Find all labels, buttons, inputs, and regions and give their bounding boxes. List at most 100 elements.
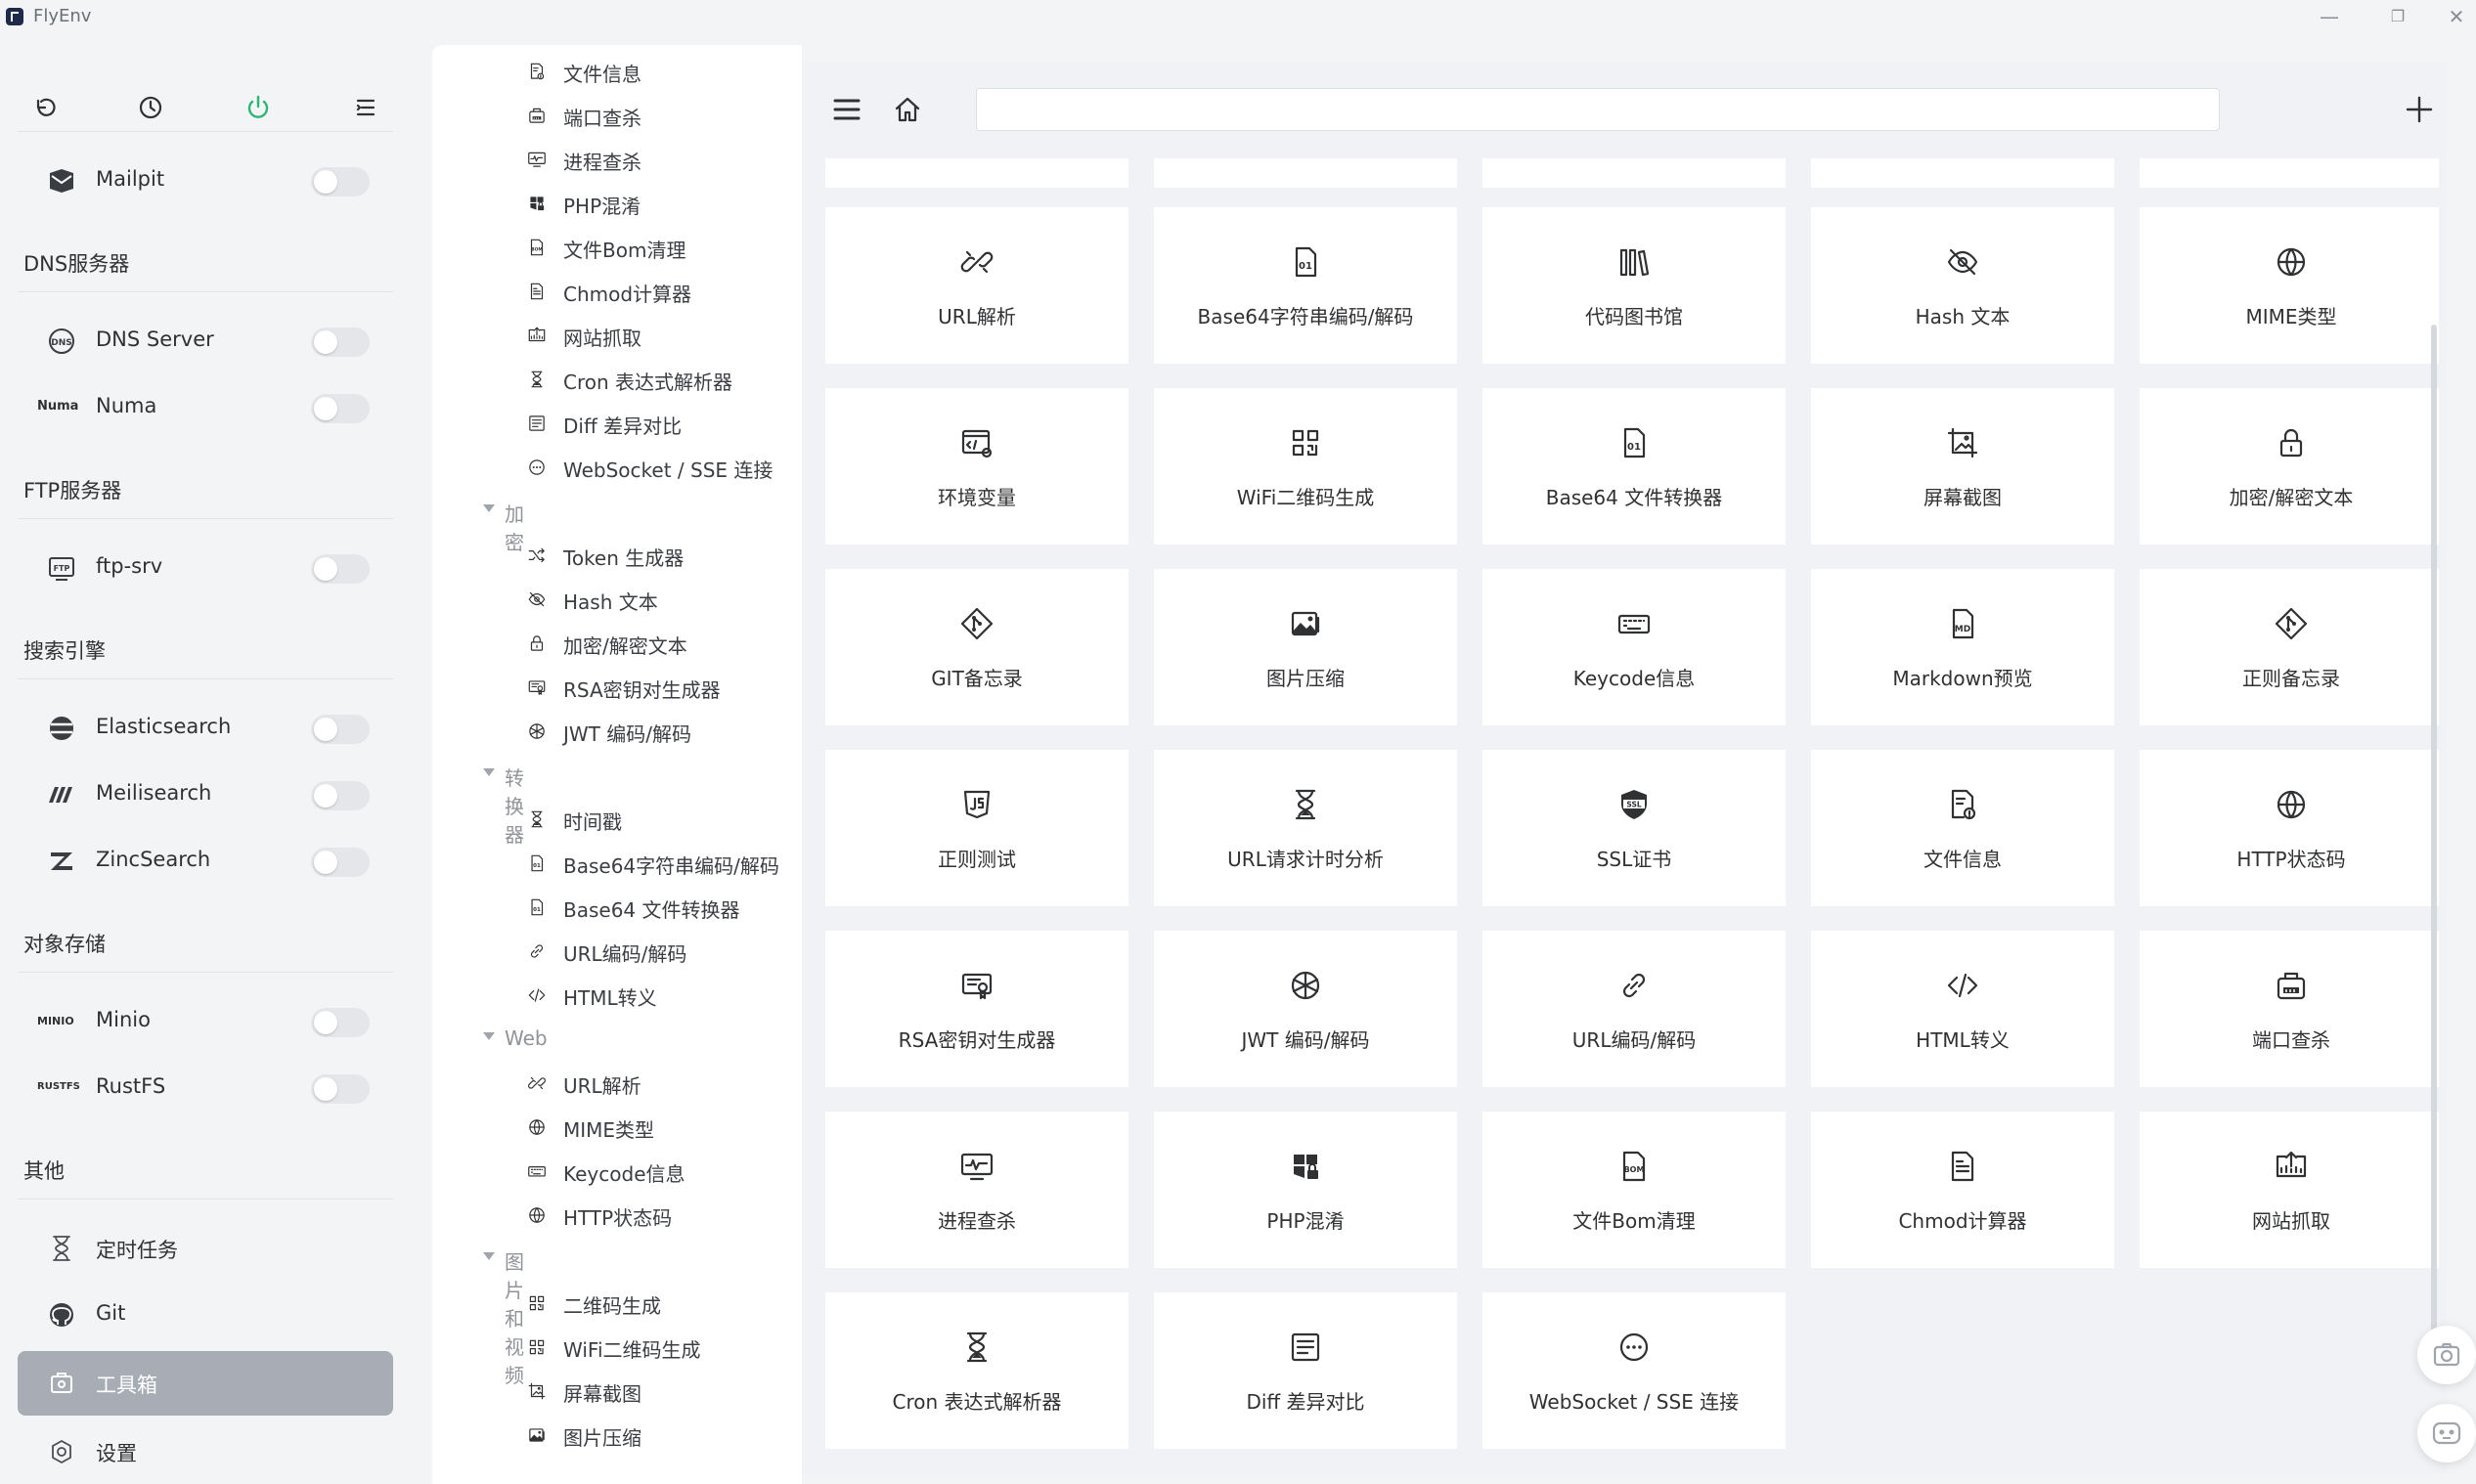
service-toggle[interactable]	[311, 1074, 370, 1104]
search-input[interactable]	[976, 88, 2220, 131]
tool-card[interactable]: MIME类型	[2140, 207, 2439, 364]
process-icon	[526, 149, 548, 170]
svg-text:DNS: DNS	[51, 338, 72, 348]
sidebar-toolbar	[0, 88, 430, 127]
tool-card[interactable]: BOM 文件Bom清理	[1482, 1112, 1786, 1268]
tree-item-label: 端口查杀	[563, 107, 641, 130]
github-icon	[45, 1298, 78, 1331]
tool-card-label: 加密/解密文本	[2229, 486, 2354, 509]
tool-card[interactable]: 文件信息	[1811, 750, 2114, 906]
tool-card[interactable]: 代码图书馆	[1482, 207, 1786, 364]
tool-card[interactable]: WiFi二维码生成	[1154, 388, 1457, 545]
tool-card[interactable]	[2140, 158, 2439, 188]
close-button[interactable]: ✕	[2437, 2, 2476, 31]
file-info-icon	[1943, 785, 1982, 824]
sidebar-item-numa[interactable]: Numa Numa	[18, 377, 393, 438]
tool-card[interactable]: 正则备忘录	[2140, 569, 2439, 725]
dns-icon: DNS	[45, 325, 78, 358]
tool-card[interactable]: 01 Base64 文件转换器	[1482, 388, 1786, 545]
sidebar-item-dns-server[interactable]: DNS DNS Server	[18, 311, 393, 371]
tool-card-label: Base64字符串编码/解码	[1197, 305, 1414, 328]
tool-card-label: HTTP状态码	[2236, 848, 2346, 871]
tool-card[interactable]: HTTP状态码	[2140, 750, 2439, 906]
file-info-icon	[526, 61, 548, 82]
sidebar-item-mailpit[interactable]: Mailpit	[18, 151, 393, 211]
tool-card[interactable]: 正则测试	[825, 750, 1128, 906]
tool-card[interactable]: GIT备忘录	[825, 569, 1128, 725]
tool-card[interactable]: PHP混淆	[1154, 1112, 1457, 1268]
globe-icon	[2272, 785, 2311, 824]
tool-card[interactable]: Chmod计算器	[1811, 1112, 2114, 1268]
tool-card[interactable]: RSA密钥对生成器	[825, 931, 1128, 1087]
service-toggle[interactable]	[311, 327, 370, 357]
tool-card[interactable]: Hash 文本	[1811, 207, 2114, 364]
tool-card[interactable]: HTML转义	[1811, 931, 2114, 1087]
home-icon[interactable]	[888, 90, 927, 129]
scrollbar-thumb[interactable]	[2431, 325, 2437, 1331]
service-toggle[interactable]	[311, 394, 370, 423]
restore-button[interactable]: ❐	[2378, 2, 2417, 31]
menu-toggle-icon[interactable]	[827, 90, 866, 129]
service-toggle[interactable]	[311, 781, 370, 810]
power-icon[interactable]	[239, 88, 278, 127]
service-toggle[interactable]	[311, 1008, 370, 1037]
tool-card[interactable]: 网站抓取	[2140, 1112, 2439, 1268]
code-icon	[1943, 966, 1982, 1005]
sidebar-item-label: Numa	[96, 394, 157, 417]
back-icon[interactable]	[25, 88, 65, 127]
sidebar-item-elasticsearch[interactable]: Elasticsearch	[18, 698, 393, 759]
tool-card[interactable]: 端口查杀	[2140, 931, 2439, 1087]
sidebar-item-git[interactable]: Git	[18, 1285, 393, 1345]
tool-card[interactable]: URL请求计时分析	[1154, 750, 1457, 906]
sidebar-item-toolbox[interactable]: 工具箱	[18, 1351, 393, 1416]
sidebar-item-settings[interactable]: 设置	[18, 1421, 393, 1482]
tool-card[interactable]: WebSocket / SSE 连接	[1482, 1292, 1786, 1449]
menu-list-icon[interactable]	[346, 88, 385, 127]
tree-item-label: 图片压缩	[563, 1426, 641, 1450]
service-toggle[interactable]	[311, 848, 370, 877]
sidebar-item-ftp-srv[interactable]: FTP ftp-srv	[18, 538, 393, 598]
tool-card[interactable]: 加密/解密文本	[2140, 388, 2439, 545]
sidebar-item-rustfs[interactable]: RUSTFS RustFS	[18, 1058, 393, 1118]
tool-card[interactable]: JWT 编码/解码	[1154, 931, 1457, 1087]
tool-card[interactable]: SSL SSL证书	[1482, 750, 1786, 906]
zincsearch-icon	[45, 845, 78, 878]
minimize-button[interactable]: —	[2310, 2, 2349, 31]
tool-card[interactable]: URL解析	[825, 207, 1128, 364]
service-toggle[interactable]	[311, 715, 370, 744]
tool-card[interactable]: 环境变量	[825, 388, 1128, 545]
tool-card[interactable]	[1154, 158, 1457, 188]
tool-card[interactable]: 屏幕截图	[1811, 388, 2114, 545]
tool-card[interactable]: URL编码/解码	[1482, 931, 1786, 1087]
sidebar-item-label: Meilisearch	[96, 781, 212, 805]
divider	[18, 518, 393, 519]
add-icon[interactable]	[2400, 90, 2439, 129]
assistant-robot-button[interactable]	[2417, 1404, 2476, 1462]
tool-card-label: 文件信息	[1923, 848, 2002, 871]
history-icon[interactable]	[131, 88, 170, 127]
tool-card[interactable]: 01 Base64字符串编码/解码	[1154, 207, 1457, 364]
tool-card-label: 屏幕截图	[1923, 486, 2002, 509]
sidebar-item-cron[interactable]: 定时任务	[18, 1218, 393, 1279]
svg-text:MD: MD	[1955, 625, 1970, 634]
base64-icon: 01	[1286, 242, 1325, 282]
tool-card[interactable]	[825, 158, 1128, 188]
tool-card[interactable]	[1482, 158, 1786, 188]
tool-card[interactable]: 进程查杀	[825, 1112, 1128, 1268]
base64-icon: 01	[1614, 423, 1654, 462]
tool-card[interactable]: MD Markdown预览	[1811, 569, 2114, 725]
tool-card[interactable]	[1811, 158, 2114, 188]
svg-text:FTP: FTP	[54, 564, 70, 573]
tool-card[interactable]: Cron 表达式解析器	[825, 1292, 1128, 1449]
service-toggle[interactable]	[311, 554, 370, 584]
sidebar-item-zincsearch[interactable]: ZincSearch	[18, 831, 393, 892]
sidebar-item-label: RustFS	[96, 1074, 166, 1098]
tree-item-label: 网站抓取	[563, 327, 641, 350]
screenshot-float-button[interactable]	[2417, 1326, 2476, 1384]
tool-card[interactable]: 图片压缩	[1154, 569, 1457, 725]
sidebar-item-minio[interactable]: MINIO Minio	[18, 991, 393, 1052]
tool-card[interactable]: Keycode信息	[1482, 569, 1786, 725]
tool-card[interactable]: Diff 差异对比	[1154, 1292, 1457, 1449]
sidebar-item-meilisearch[interactable]: Meilisearch	[18, 764, 393, 825]
service-toggle[interactable]	[311, 167, 370, 196]
